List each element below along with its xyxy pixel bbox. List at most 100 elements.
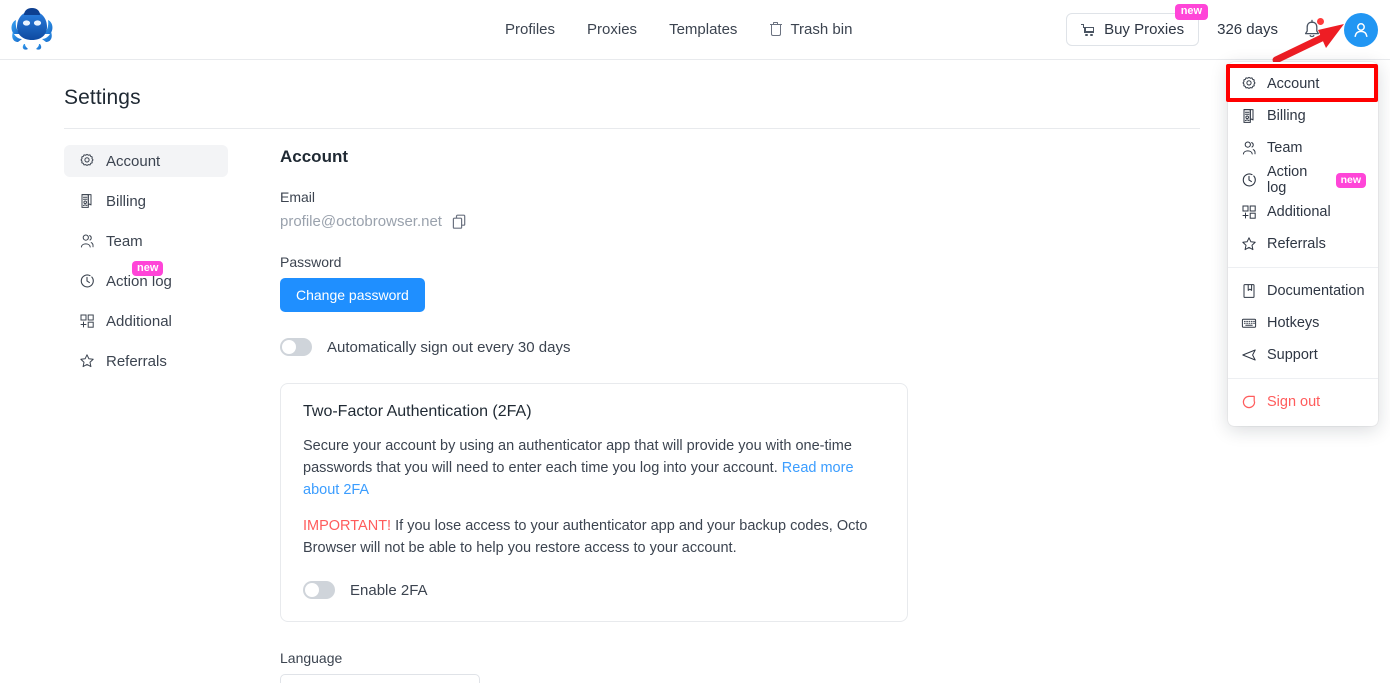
page-title: Settings [64,86,141,109]
nav-label: Templates [669,21,738,38]
copy-icon[interactable] [452,214,467,230]
cart-icon [1081,22,1096,37]
new-badge: new [132,261,164,276]
top-header: Profiles Proxies Templates Trash bin Buy… [0,0,1390,60]
nav-item-profiles[interactable]: Profiles [505,21,555,38]
menu-item-label: Documentation [1267,283,1365,299]
header-actions: Buy Proxies new 326 days [1066,0,1378,59]
grid-plus-icon [78,313,95,330]
book-icon [1240,283,1257,300]
email-row: profile@octobrowser.net [280,213,920,230]
menu-item-label: Sign out [1267,394,1321,410]
email-value: profile@octobrowser.net [280,213,442,230]
menu-item-label: Team [1267,140,1303,156]
twofa-description-text: Secure your account by using an authenti… [303,438,852,476]
trash-icon [769,22,782,37]
twofa-description: Secure your account by using an authenti… [303,435,885,501]
star-icon [78,353,95,370]
star-icon [1240,236,1257,253]
menu-item-label: Billing [1267,108,1306,124]
enable-2fa-toggle[interactable] [303,581,335,599]
section-title: Account [280,147,348,166]
team-icon [78,233,95,250]
enable-2fa-row: Enable 2FA [303,581,885,599]
nav-item-trash-bin[interactable]: Trash bin [769,21,852,38]
avatar[interactable] [1344,12,1378,47]
twofa-warning: IMPORTANT! If you lose access to your au… [303,515,885,559]
sidebar-item-label: Team [106,232,143,250]
password-label: Password [280,254,342,270]
buy-proxies-button[interactable]: Buy Proxies new [1066,4,1209,46]
grid-plus-icon [1240,204,1257,221]
menu-divider-2 [1228,378,1378,379]
keyboard-icon [1240,315,1257,332]
enable-2fa-label: Enable 2FA [350,581,428,599]
menu-item-additional[interactable]: Additional [1228,196,1378,228]
billing-icon [78,193,95,210]
important-label: IMPORTANT! [303,518,392,534]
menu-item-referrals[interactable]: Referrals [1228,228,1378,260]
auto-signout-row: Automatically sign out every 30 days [280,338,920,356]
sidebar-item-label: Referrals [106,352,167,370]
nav-label: Trash bin [790,21,853,38]
billing-icon [1240,108,1257,125]
two-factor-card: Two-Factor Authentication (2FA) Secure y… [280,383,908,622]
menu-item-account[interactable]: Account [1228,68,1378,100]
paper-plane-icon [1240,347,1257,364]
sign-out-icon [1240,394,1257,411]
title-divider [64,128,1200,129]
menu-divider-1 [1228,267,1378,268]
language-label: Language [280,650,343,666]
notification-dot [1317,17,1324,25]
email-label: Email [280,189,316,205]
menu-item-label: Referrals [1267,236,1326,252]
nav-label: Proxies [587,21,638,38]
account-settings-panel: Account Email profile@octobrowser.net Pa… [280,147,920,683]
buy-proxies-label: Buy Proxies [1104,21,1185,38]
menu-item-label: Additional [1267,204,1331,220]
menu-item-sign-out[interactable]: Sign out [1228,386,1378,418]
gear-icon [1240,76,1257,93]
nav-label: Profiles [505,21,556,38]
auto-signout-toggle[interactable] [280,338,312,356]
sidebar-item-referrals[interactable]: Referrals [64,345,228,377]
account-dropdown-menu: Account Billing Team Action log new Addi… [1226,62,1378,426]
sidebar-item-action-log[interactable]: Action log new [64,261,228,297]
team-icon [1240,140,1257,157]
menu-item-label: Support [1267,347,1318,363]
twofa-title: Two-Factor Authentication (2FA) [303,403,532,420]
new-badge: new [1174,4,1209,20]
menu-item-label: Account [1267,76,1320,92]
sidebar-item-account[interactable]: Account [64,145,228,177]
octo-browser-logo[interactable] [8,4,56,54]
app-window: Profiles Proxies Templates Trash bin Buy… [0,0,1390,683]
sidebar-item-label: Account [106,152,161,170]
menu-item-billing[interactable]: Billing [1228,100,1378,132]
change-password-button[interactable]: Change password [280,278,425,312]
sidebar-item-team[interactable]: Team [64,225,228,257]
auto-signout-label: Automatically sign out every 30 days [327,338,571,356]
menu-item-support[interactable]: Support [1228,339,1378,371]
menu-item-action-log[interactable]: Action log new [1228,164,1378,196]
sidebar-item-billing[interactable]: Billing [64,185,228,217]
menu-item-label: Hotkeys [1267,315,1320,331]
menu-item-team[interactable]: Team [1228,132,1378,164]
sidebar-item-label: Additional [106,312,172,330]
language-select[interactable]: English [280,674,480,683]
nav-item-templates[interactable]: Templates [669,21,737,38]
sidebar-item-additional[interactable]: Additional [64,305,228,337]
new-badge: new [1335,172,1366,188]
menu-item-label: Action log [1267,164,1308,196]
days-remaining: 326 days [1217,21,1278,38]
menu-item-hotkeys[interactable]: Hotkeys [1228,307,1378,339]
gear-icon [78,153,95,170]
user-avatar-icon [1354,22,1368,37]
sidebar-item-label: Billing [106,192,147,210]
clock-icon [1240,172,1257,189]
notifications-button[interactable] [1302,17,1324,41]
settings-sidebar: Account Billing Team Action log new Addi… [64,145,228,385]
main-nav: Profiles Proxies Templates Trash bin [505,0,852,59]
clock-icon [78,273,95,290]
menu-item-documentation[interactable]: Documentation [1228,275,1378,307]
nav-item-proxies[interactable]: Proxies [587,21,637,38]
